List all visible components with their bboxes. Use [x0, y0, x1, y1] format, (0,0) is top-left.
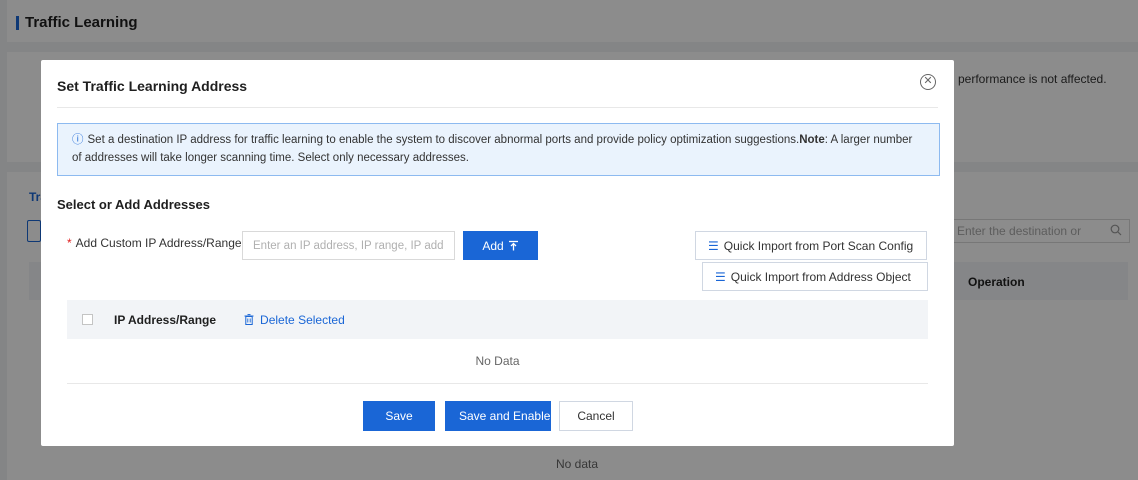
- import-list-icon: ☰: [708, 238, 719, 253]
- delete-selected-button[interactable]: Delete Selected: [244, 313, 345, 327]
- upload-icon: [508, 240, 518, 251]
- modal-divider: [57, 107, 938, 108]
- quick-import-port-scan-button[interactable]: ☰ Quick Import from Port Scan Config: [695, 231, 927, 260]
- modal-title: Set Traffic Learning Address: [57, 78, 248, 94]
- ip-field-label-text: Add Custom IP Address/Range: [75, 236, 242, 250]
- info-circle-icon: ⓘ: [72, 134, 84, 146]
- select-all-checkbox[interactable]: [82, 314, 93, 325]
- required-mark: *: [67, 236, 72, 250]
- trash-icon: [244, 314, 254, 325]
- add-button-label: Add: [482, 238, 504, 253]
- info-alert: ⓘ Set a destination IP address for traffi…: [57, 123, 940, 176]
- section-title: Select or Add Addresses: [57, 197, 210, 212]
- quick-import-port-label: Quick Import from Port Scan Config: [723, 238, 914, 253]
- address-table-header: IP Address/Range Delete Selected: [67, 300, 928, 339]
- address-table-empty: No Data: [67, 339, 928, 384]
- import-list-icon: ☰: [715, 269, 726, 284]
- ip-address-input[interactable]: [242, 231, 455, 260]
- close-icon[interactable]: ✕: [920, 74, 936, 90]
- ip-field-label: * Add Custom IP Address/Range: [67, 236, 242, 250]
- set-traffic-learning-modal: Set Traffic Learning Address ✕ ⓘ Set a de…: [41, 60, 954, 446]
- save-button[interactable]: Save: [363, 401, 435, 431]
- quick-import-address-label: Quick Import from Address Object: [730, 269, 911, 284]
- column-ip-address: IP Address/Range: [114, 312, 217, 327]
- info-note-label: Note: [799, 134, 825, 146]
- add-button[interactable]: Add: [463, 231, 538, 260]
- info-text: Set a destination IP address for traffic…: [87, 134, 800, 146]
- cancel-button[interactable]: Cancel: [559, 401, 633, 431]
- save-and-enable-button[interactable]: Save and Enable Now: [445, 401, 551, 431]
- quick-import-address-object-button[interactable]: ☰ Quick Import from Address Object: [702, 262, 928, 291]
- delete-selected-label: Delete Selected: [260, 312, 345, 327]
